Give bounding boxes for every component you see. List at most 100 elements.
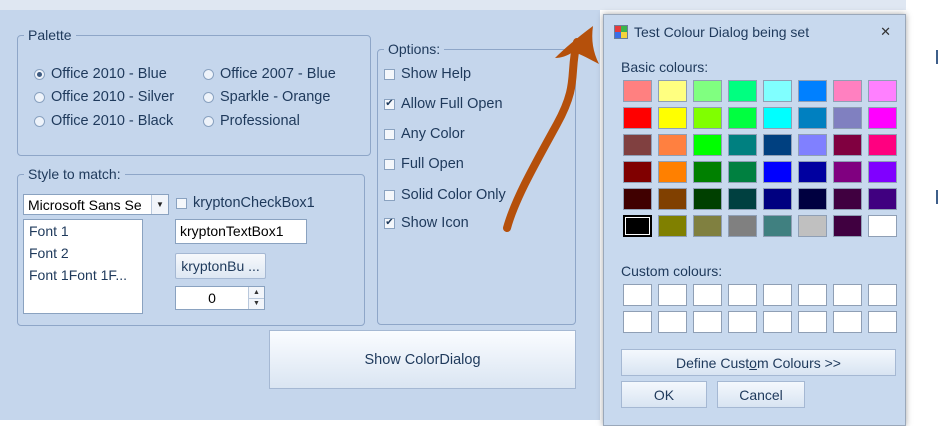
basic-colour-swatch[interactable] (763, 107, 792, 129)
basic-colour-swatch[interactable] (623, 134, 652, 156)
custom-colour-swatch[interactable] (833, 284, 862, 306)
basic-colour-swatch[interactable] (763, 215, 792, 237)
checkbox-label: Show Help (401, 66, 472, 82)
radio-sparkle-orange[interactable]: Sparkle - Orange (203, 89, 330, 105)
custom-colour-swatch[interactable] (623, 284, 652, 306)
list-item[interactable]: Font 1 (24, 222, 142, 244)
basic-colour-swatch[interactable] (728, 188, 757, 210)
basic-colour-swatch[interactable] (623, 215, 652, 237)
radio-professional[interactable]: Professional (203, 113, 300, 129)
spin-up-icon[interactable]: ▲ (249, 287, 264, 298)
basic-colour-swatch[interactable] (798, 161, 827, 183)
custom-colour-swatch[interactable] (763, 284, 792, 306)
palette-legend: Palette (28, 27, 72, 43)
basic-colour-swatch[interactable] (833, 107, 862, 129)
basic-colour-swatch[interactable] (728, 107, 757, 129)
basic-colour-swatch[interactable] (798, 215, 827, 237)
basic-colour-swatch[interactable] (763, 161, 792, 183)
define-custom-colours-button[interactable]: Define Cust o m Colours >> (621, 349, 896, 376)
basic-colour-swatch[interactable] (798, 134, 827, 156)
checkbox-any-color[interactable]: Any Color (384, 126, 465, 142)
font-combo[interactable]: Microsoft Sans Se ▼ (23, 194, 169, 215)
basic-colour-swatch[interactable] (693, 215, 722, 237)
basic-colour-swatch[interactable] (798, 80, 827, 102)
basic-colour-swatch[interactable] (868, 80, 897, 102)
checkbox-allow-full-open[interactable]: ✔ Allow Full Open (384, 96, 503, 112)
radio-office2007-blue[interactable]: Office 2007 - Blue (203, 66, 336, 82)
krypton-textbox[interactable]: kryptonTextBox1 (175, 219, 307, 244)
basic-colour-swatch[interactable] (658, 134, 687, 156)
basic-colour-swatch[interactable] (623, 161, 652, 183)
krypton-checkbox[interactable]: kryptonCheckBox1 (176, 195, 315, 211)
annotation-arrow-icon (503, 26, 599, 232)
basic-colour-swatch[interactable] (868, 134, 897, 156)
basic-colour-swatch[interactable] (798, 107, 827, 129)
checkbox-solid-color-only[interactable]: Solid Color Only (384, 187, 506, 203)
custom-colour-swatch[interactable] (658, 311, 687, 333)
custom-colour-swatch[interactable] (728, 284, 757, 306)
basic-colour-swatch[interactable] (868, 215, 897, 237)
radio-office2010-silver[interactable]: Office 2010 - Silver (34, 89, 174, 105)
basic-colour-swatch[interactable] (623, 80, 652, 102)
basic-colour-swatch[interactable] (728, 80, 757, 102)
basic-colour-swatch[interactable] (763, 188, 792, 210)
radio-office2010-black[interactable]: Office 2010 - Black (34, 113, 173, 129)
custom-colour-swatch[interactable] (868, 311, 897, 333)
basic-colour-swatch[interactable] (868, 188, 897, 210)
krypton-button[interactable]: kryptonBu ... (175, 253, 266, 279)
basic-colour-swatch[interactable] (693, 80, 722, 102)
basic-colour-swatch[interactable] (658, 107, 687, 129)
checkbox-show-icon[interactable]: ✔ Show Icon (384, 215, 469, 231)
basic-colour-swatch[interactable] (728, 161, 757, 183)
custom-colour-swatch[interactable] (868, 284, 897, 306)
basic-colour-swatch[interactable] (658, 161, 687, 183)
basic-colour-swatch[interactable] (693, 134, 722, 156)
basic-colour-swatch[interactable] (658, 80, 687, 102)
basic-colour-swatch[interactable] (693, 107, 722, 129)
list-item[interactable]: Font 2 (24, 244, 142, 266)
close-icon[interactable]: ✕ (880, 24, 891, 40)
stepper-spin: ▲ ▼ (248, 287, 264, 309)
basic-colour-swatch[interactable] (693, 161, 722, 183)
checkbox-label: Allow Full Open (401, 96, 503, 112)
basic-colour-swatch[interactable] (658, 215, 687, 237)
show-colordialog-button[interactable]: Show ColorDialog (269, 330, 576, 389)
basic-colour-swatch[interactable] (693, 188, 722, 210)
basic-colour-swatch[interactable] (623, 188, 652, 210)
basic-colour-swatch[interactable] (833, 161, 862, 183)
basic-colour-swatch[interactable] (833, 215, 862, 237)
custom-colour-swatch[interactable] (693, 284, 722, 306)
custom-colour-swatch[interactable] (728, 311, 757, 333)
basic-colour-swatch[interactable] (728, 215, 757, 237)
checkbox-full-open[interactable]: Full Open (384, 156, 464, 172)
checkbox-show-help[interactable]: Show Help (384, 66, 471, 82)
spin-down-icon[interactable]: ▼ (249, 297, 264, 309)
basic-colour-swatch[interactable] (798, 188, 827, 210)
basic-colour-swatch[interactable] (763, 134, 792, 156)
basic-colour-swatch[interactable] (623, 107, 652, 129)
cancel-button[interactable]: Cancel (717, 381, 805, 408)
ok-button[interactable]: OK (621, 381, 707, 408)
radio-office2010-blue[interactable]: Office 2010 - Blue (34, 66, 167, 82)
dialog-titlebar[interactable]: Test Colour Dialog being set ✕ (604, 15, 905, 49)
basic-colour-swatch[interactable] (833, 188, 862, 210)
custom-colour-swatch[interactable] (833, 311, 862, 333)
quantity-stepper[interactable]: 0 ▲ ▼ (175, 286, 265, 310)
basic-colour-swatch[interactable] (658, 188, 687, 210)
basic-colour-swatch[interactable] (868, 161, 897, 183)
basic-colour-swatch[interactable] (728, 134, 757, 156)
custom-colour-swatch[interactable] (658, 284, 687, 306)
font-listbox[interactable]: Font 1 Font 2 Font 1Font 1F... (23, 219, 143, 314)
custom-colour-swatch[interactable] (623, 311, 652, 333)
custom-colour-swatch[interactable] (763, 311, 792, 333)
chevron-down-icon[interactable]: ▼ (151, 195, 168, 214)
basic-colour-swatch[interactable] (868, 107, 897, 129)
basic-colour-swatch[interactable] (833, 134, 862, 156)
custom-colour-swatch[interactable] (693, 311, 722, 333)
radio-dot (34, 91, 45, 103)
basic-colour-swatch[interactable] (763, 80, 792, 102)
list-item[interactable]: Font 1Font 1F... (24, 266, 142, 288)
basic-colour-swatch[interactable] (833, 80, 862, 102)
custom-colour-swatch[interactable] (798, 311, 827, 333)
custom-colour-swatch[interactable] (798, 284, 827, 306)
